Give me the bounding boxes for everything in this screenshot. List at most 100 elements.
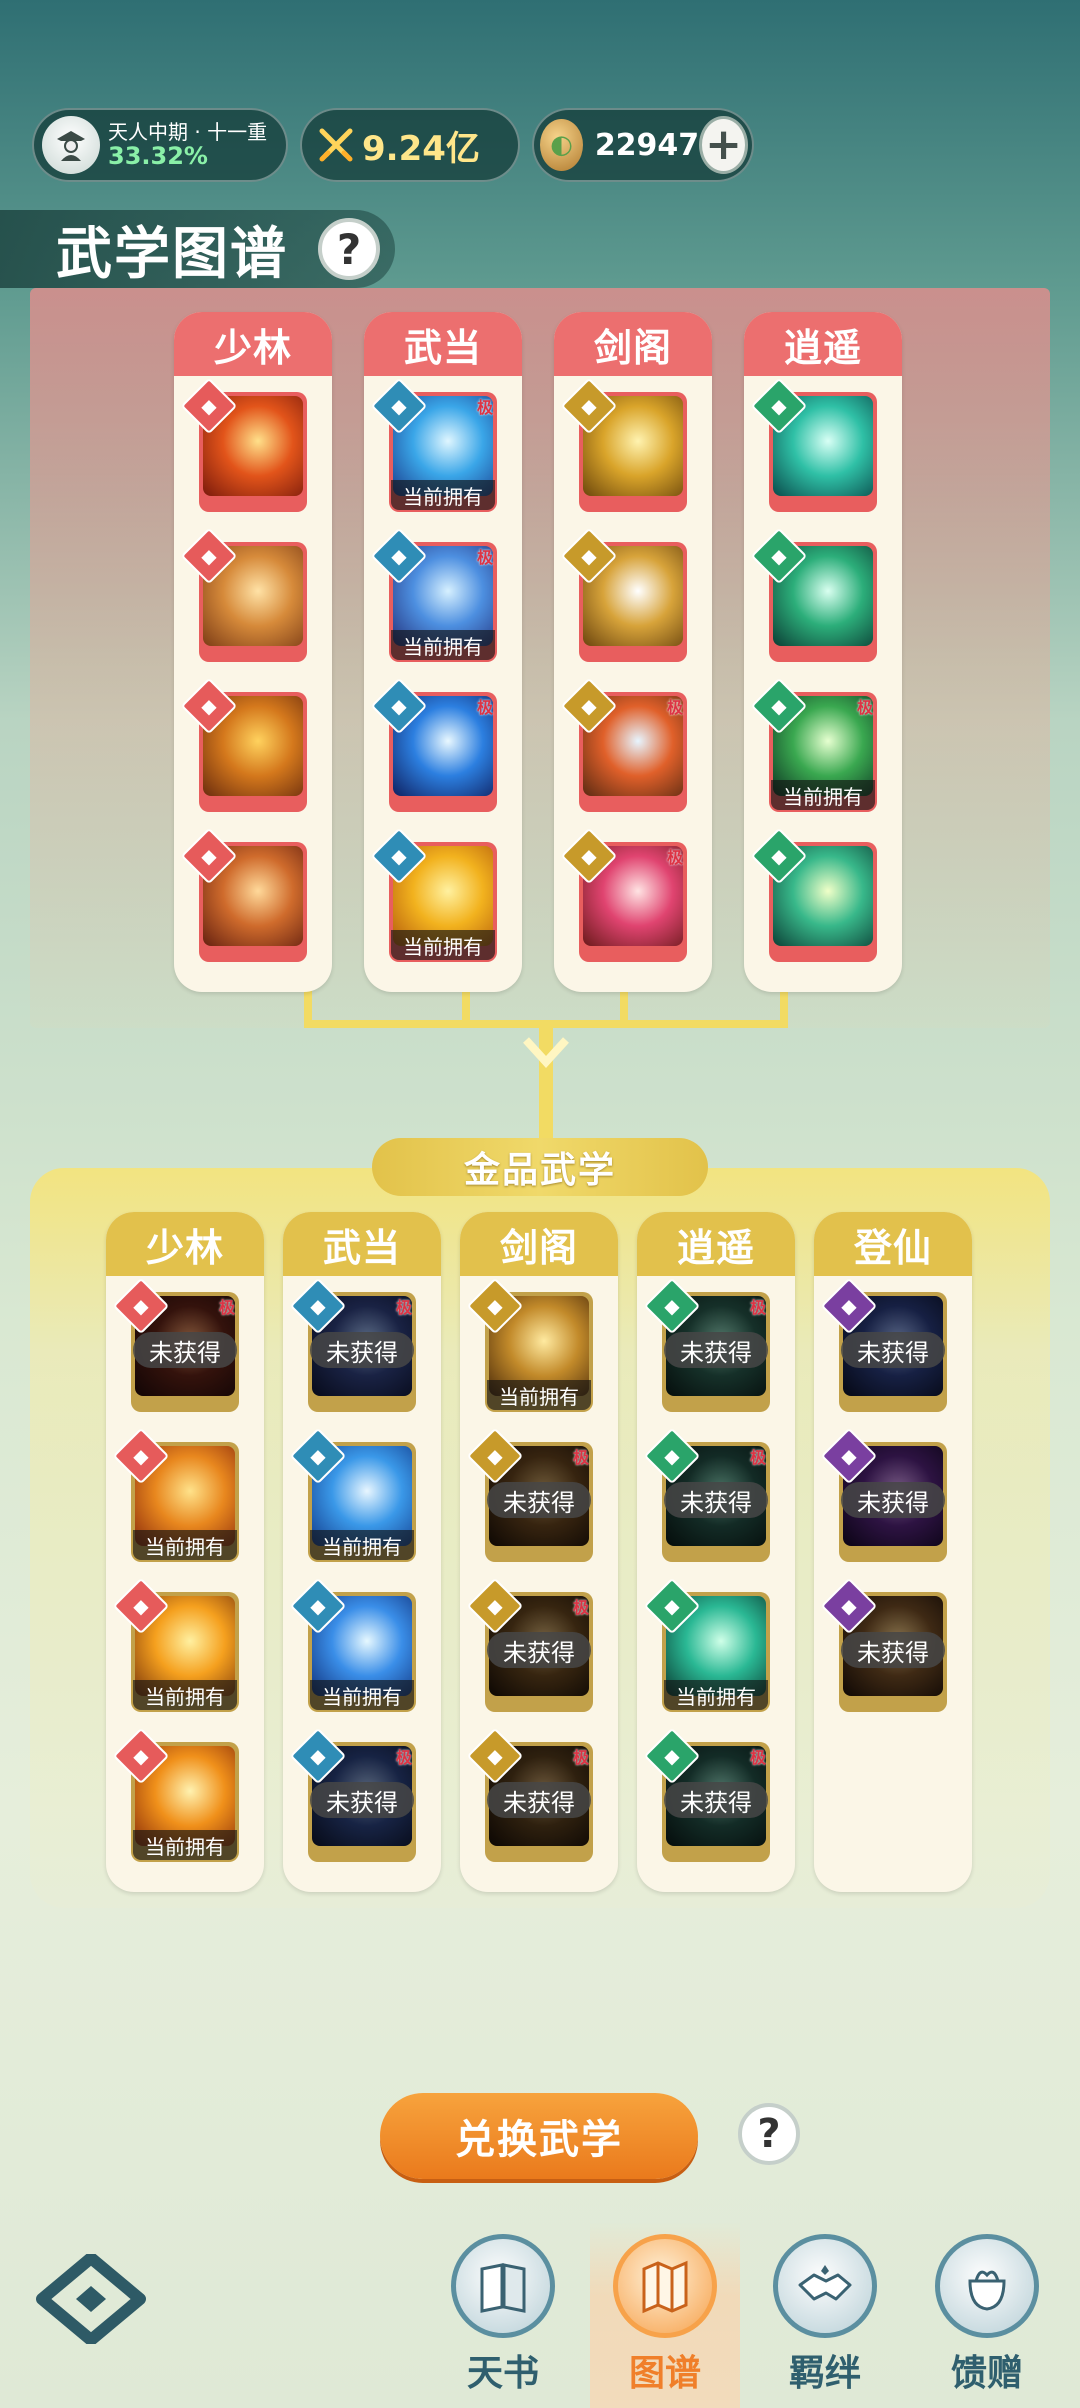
sect-header: 逍遥 — [744, 312, 902, 376]
ultimate-tag: 极 — [666, 698, 683, 717]
skill-card[interactable]: ◆ 当前拥有 — [112, 1427, 239, 1562]
skill-card[interactable]: ◆ 极 — [560, 677, 687, 812]
skill-card[interactable]: ◆ 极当前拥有 — [370, 527, 497, 662]
skill-card[interactable]: ◆ 未获得 — [820, 1277, 947, 1412]
not-obtained-label: 未获得 — [487, 1782, 591, 1818]
skill-card[interactable]: ◆ — [180, 827, 307, 962]
sect-header: 剑阁 — [460, 1212, 618, 1276]
sect-column: 逍遥 ◆ 极未获得 ◆ 极未获得 ◆ 当前拥有 ◆ 极未获得 — [637, 1212, 795, 1892]
ultimate-tag: 极 — [395, 1748, 412, 1767]
not-obtained-label: 未获得 — [664, 1782, 768, 1818]
ultimate-tag: 极 — [666, 848, 683, 867]
skill-card[interactable]: ◆ 当前拥有 — [643, 1577, 770, 1712]
skill-card[interactable]: ◆ — [180, 377, 307, 512]
gold-tier-title: 金品武学 — [372, 1138, 708, 1196]
skill-card[interactable]: ◆ 当前拥有 — [370, 827, 497, 962]
skill-card[interactable]: ◆ — [180, 677, 307, 812]
skill-card[interactable]: ◆ 极未获得 — [289, 1277, 416, 1412]
sect-column: 登仙 ◆ 未获得 ◆ 未获得 ◆ 未获得 — [814, 1212, 972, 1892]
nav-tianshu[interactable]: 天书 — [428, 2222, 578, 2408]
ultimate-tag: 极 — [572, 1448, 589, 1467]
sect-header: 剑阁 — [554, 312, 712, 376]
owned-label: 当前拥有 — [391, 630, 495, 660]
skill-card[interactable]: ◆ — [750, 827, 877, 962]
skill-card[interactable]: ◆ 当前拥有 — [466, 1277, 593, 1412]
skill-card[interactable]: ◆ 极未获得 — [643, 1727, 770, 1862]
owned-label: 当前拥有 — [487, 1380, 591, 1410]
sect-column: 少林 ◆ 极未获得 ◆ 当前拥有 ◆ 当前拥有 ◆ 当前拥有 — [106, 1212, 264, 1892]
map-icon — [613, 2234, 717, 2338]
skill-card[interactable]: ◆ 极 — [560, 827, 687, 962]
book-icon — [451, 2234, 555, 2338]
nav-label: 馈赠 — [950, 2353, 1023, 2394]
skill-card[interactable]: ◆ 极未获得 — [112, 1277, 239, 1412]
skill-card[interactable]: ◆ 未获得 — [820, 1577, 947, 1712]
tier-connector — [304, 986, 788, 1140]
not-obtained-label: 未获得 — [310, 1332, 414, 1368]
ultimate-tag: 极 — [218, 1298, 235, 1317]
sect-column: 剑阁 ◆ 当前拥有 ◆ 极未获得 ◆ 极未获得 ◆ 极未获得 — [460, 1212, 618, 1892]
not-obtained-label: 未获得 — [310, 1782, 414, 1818]
skill-card[interactable]: ◆ — [180, 527, 307, 662]
skill-card[interactable]: ◆ 极当前拥有 — [750, 677, 877, 812]
not-obtained-label: 未获得 — [841, 1332, 945, 1368]
skill-card[interactable]: ◆ 当前拥有 — [289, 1577, 416, 1712]
owned-label: 当前拥有 — [133, 1680, 237, 1710]
skill-card[interactable]: ◆ 当前拥有 — [289, 1427, 416, 1562]
skill-card[interactable]: ◆ — [560, 377, 687, 512]
owned-label: 当前拥有 — [391, 480, 495, 510]
skill-card[interactable]: ◆ 极未获得 — [466, 1427, 593, 1562]
ultimate-tag: 极 — [749, 1448, 766, 1467]
nav-jiban[interactable]: 羁绊 — [750, 2222, 900, 2408]
sect-column: 少林 ◆ ◆ ◆ ◆ — [174, 312, 332, 992]
exchange-skill-button[interactable]: 兑换武学 — [380, 2093, 698, 2179]
ultimate-tag: 极 — [749, 1298, 766, 1317]
nav-kuizeng[interactable]: 馈赠 — [912, 2222, 1062, 2408]
skill-card[interactable]: ◆ — [750, 527, 877, 662]
not-obtained-label: 未获得 — [664, 1482, 768, 1518]
gift-icon — [935, 2234, 1039, 2338]
skill-card[interactable]: ◆ 当前拥有 — [112, 1577, 239, 1712]
owned-label: 当前拥有 — [310, 1680, 414, 1710]
ultimate-tag: 极 — [476, 398, 493, 417]
sect-column: 剑阁 ◆ ◆ ◆ 极 ◆ 极 — [554, 312, 712, 992]
sect-column: 逍遥 ◆ ◆ ◆ 极当前拥有 ◆ — [744, 312, 902, 992]
not-obtained-label: 未获得 — [841, 1482, 945, 1518]
sect-column: 武当 ◆ 极当前拥有 ◆ 极当前拥有 ◆ 极 ◆ 当前拥有 — [364, 312, 522, 992]
sect-column: 武当 ◆ 极未获得 ◆ 当前拥有 ◆ 当前拥有 ◆ 极未获得 — [283, 1212, 441, 1892]
nav-label: 羁绊 — [788, 2353, 861, 2394]
skill-card[interactable]: ◆ 未获得 — [820, 1427, 947, 1562]
owned-label: 当前拥有 — [310, 1530, 414, 1560]
owned-label: 当前拥有 — [771, 780, 875, 810]
sect-header: 少林 — [106, 1212, 264, 1276]
owned-label: 当前拥有 — [391, 930, 495, 960]
skill-card[interactable]: ◆ 极未获得 — [289, 1727, 416, 1862]
skill-card[interactable]: ◆ 极当前拥有 — [370, 377, 497, 512]
sect-header: 武当 — [283, 1212, 441, 1276]
handshake-icon — [773, 2234, 877, 2338]
skill-card[interactable]: ◆ — [750, 377, 877, 512]
skill-card[interactable]: ◆ 当前拥有 — [112, 1727, 239, 1862]
ultimate-tag: 极 — [395, 1298, 412, 1317]
skill-card[interactable]: ◆ 极未获得 — [643, 1277, 770, 1412]
owned-label: 当前拥有 — [664, 1680, 768, 1710]
ultimate-tag: 极 — [476, 548, 493, 567]
skill-card[interactable]: ◆ 极未获得 — [466, 1727, 593, 1862]
owned-label: 当前拥有 — [133, 1830, 237, 1860]
ultimate-tag: 极 — [572, 1598, 589, 1617]
owned-label: 当前拥有 — [133, 1530, 237, 1560]
nav-tupu[interactable]: 图谱 — [590, 2222, 740, 2408]
not-obtained-label: 未获得 — [664, 1332, 768, 1368]
exchange-help-button[interactable]: ? — [738, 2103, 800, 2165]
not-obtained-label: 未获得 — [487, 1482, 591, 1518]
menu-logo-icon[interactable] — [36, 2254, 146, 2344]
nav-label: 天书 — [466, 2353, 539, 2394]
skill-card[interactable]: ◆ 极未获得 — [643, 1427, 770, 1562]
not-obtained-label: 未获得 — [133, 1332, 237, 1368]
sect-header: 少林 — [174, 312, 332, 376]
skill-card[interactable]: ◆ 极未获得 — [466, 1577, 593, 1712]
sect-header: 武当 — [364, 312, 522, 376]
skill-card[interactable]: ◆ 极 — [370, 677, 497, 812]
skill-card[interactable]: ◆ — [560, 527, 687, 662]
nav-label: 图谱 — [628, 2353, 701, 2394]
